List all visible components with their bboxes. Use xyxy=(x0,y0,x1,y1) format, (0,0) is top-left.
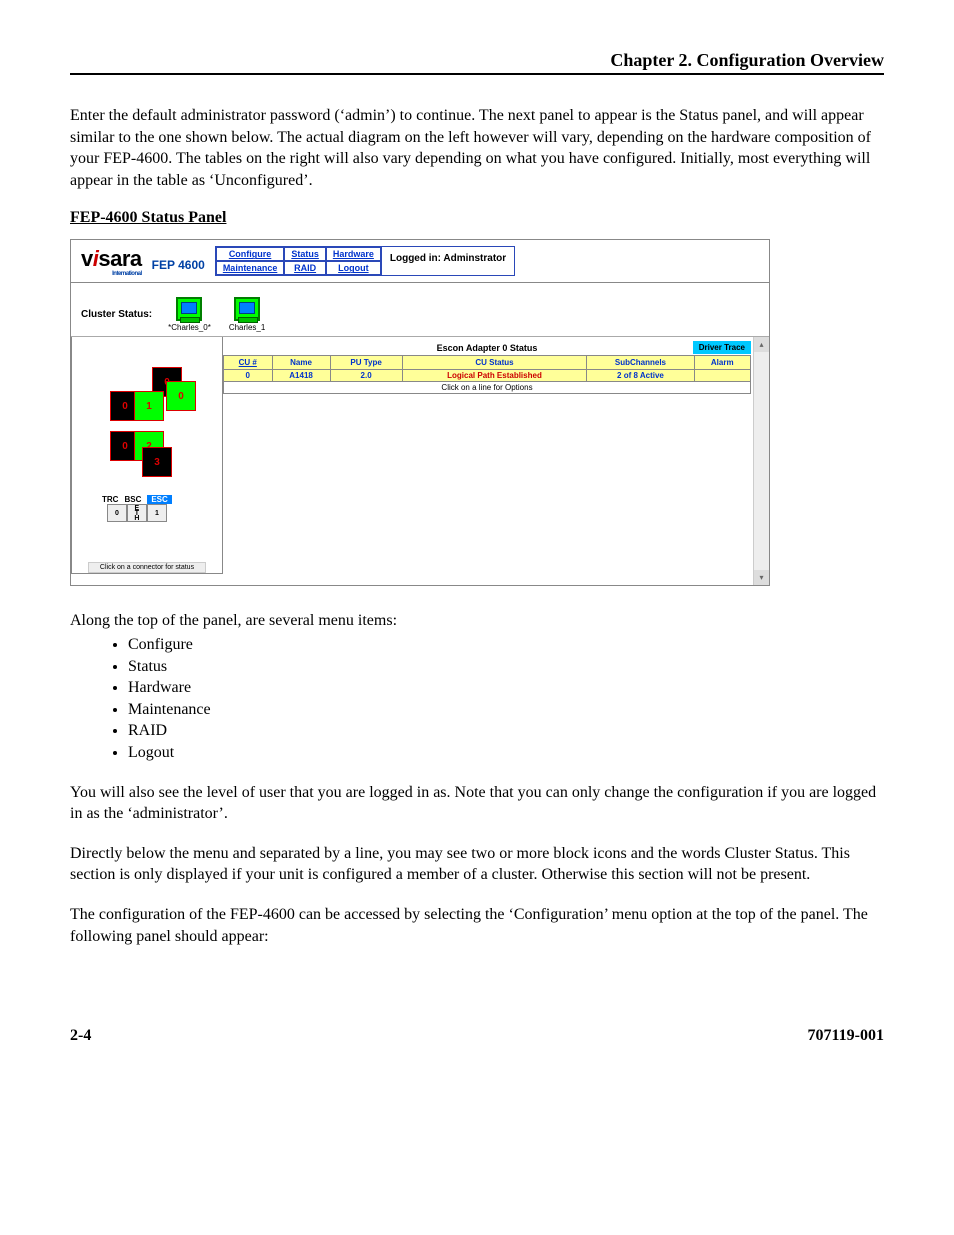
eth-port-0[interactable]: 0 xyxy=(107,504,127,522)
th-name: Name xyxy=(272,356,330,370)
divider xyxy=(71,282,769,283)
list-item: Status xyxy=(128,656,884,678)
row-hint: Click on a line for Options xyxy=(224,382,751,394)
after-screenshot-text-3: Directly below the menu and separated by… xyxy=(70,843,884,886)
menu-status[interactable]: Status xyxy=(284,247,326,261)
menu-maintenance[interactable]: Maintenance xyxy=(216,261,285,275)
cell-subchannels: 2 of 8 Active xyxy=(587,370,694,382)
eth-port-1[interactable]: 1 xyxy=(147,504,167,522)
menu-raid[interactable]: RAID xyxy=(284,261,326,275)
chapter-title: Chapter 2. Configuration Overview xyxy=(70,50,884,75)
eth-label: E T H xyxy=(127,504,147,522)
list-item: Maintenance xyxy=(128,699,884,721)
card-3[interactable]: 3 xyxy=(142,447,172,477)
menu-configure[interactable]: Configure xyxy=(216,247,285,261)
table-caption: Escon Adapter 0 Status xyxy=(223,339,751,355)
th-custatus: CU Status xyxy=(402,356,587,370)
cell-cu: 0 xyxy=(224,370,273,382)
after-screenshot-text-1: Along the top of the panel, are several … xyxy=(70,610,884,632)
th-putype: PU Type xyxy=(330,356,402,370)
menu-item-list: Configure Status Hardware Maintenance RA… xyxy=(110,634,884,764)
connector-hint: Click on a connector for status xyxy=(88,562,206,573)
after-screenshot-text-2: You will also see the level of user that… xyxy=(70,782,884,825)
cell-alarm xyxy=(694,370,750,382)
brand-logo: visara International xyxy=(81,246,142,272)
footer-page-number: 2-4 xyxy=(70,1027,91,1045)
page-footer: 2-4 707119-001 xyxy=(70,1027,884,1045)
scroll-up-icon[interactable]: ▴ xyxy=(754,337,769,352)
menu-grid: Configure Status Hardware Maintenance RA… xyxy=(215,246,382,276)
status-table-panel: Driver Trace Escon Adapter 0 Status CU #… xyxy=(223,337,769,394)
port-esc: ESC xyxy=(147,495,171,504)
cluster-name-0: *Charles_0* xyxy=(168,323,211,332)
table-row[interactable]: 0 A1418 2.0 Logical Path Established 2 o… xyxy=(224,370,751,382)
top-bar: visara International FEP 4600 Configure … xyxy=(71,240,769,276)
brand-rest: sara xyxy=(98,246,141,271)
intro-paragraph: Enter the default administrator password… xyxy=(70,105,884,191)
computer-icon xyxy=(176,297,202,321)
cluster-icons: *Charles_0* Charles_1 xyxy=(168,297,265,332)
main-area: 0 0 0 1 0 2 3 TRC BSC ESC 0 xyxy=(71,336,769,585)
brand-block: visara International FEP 4600 xyxy=(81,246,205,276)
brand-v: v xyxy=(81,246,93,271)
cluster-status-label: Cluster Status: xyxy=(81,297,152,320)
list-item: RAID xyxy=(128,720,884,742)
cluster-name-1: Charles_1 xyxy=(229,323,265,332)
cell-putype: 2.0 xyxy=(330,370,402,382)
port-bsc: BSC xyxy=(124,495,141,504)
cluster-row: Cluster Status: *Charles_0* Charles_1 xyxy=(71,289,769,336)
cluster-unit-0[interactable]: *Charles_0* xyxy=(168,297,211,332)
menu-logout[interactable]: Logout xyxy=(326,261,381,275)
list-item: Configure xyxy=(128,634,884,656)
scrollbar[interactable]: ▴ ▾ xyxy=(753,337,769,585)
status-panel-heading: FEP-4600 Status Panel xyxy=(70,209,884,227)
cluster-unit-1[interactable]: Charles_1 xyxy=(229,297,265,332)
th-cu[interactable]: CU # xyxy=(224,356,273,370)
scroll-down-icon[interactable]: ▾ xyxy=(754,570,769,585)
list-item: Logout xyxy=(128,742,884,764)
th-subchannels: SubChannels xyxy=(587,356,694,370)
list-item: Hardware xyxy=(128,677,884,699)
brand-sub: International xyxy=(112,271,142,277)
th-alarm: Alarm xyxy=(694,356,750,370)
computer-icon xyxy=(234,297,260,321)
menu-hardware[interactable]: Hardware xyxy=(326,247,381,261)
after-screenshot-text-4: The configuration of the FEP-4600 can be… xyxy=(70,904,884,947)
card-0b[interactable]: 0 xyxy=(166,381,196,411)
cell-custatus: Logical Path Established xyxy=(402,370,587,382)
hardware-diagram: 0 0 0 1 0 2 3 TRC BSC ESC 0 xyxy=(71,337,223,574)
footer-doc-number: 707119-001 xyxy=(808,1027,884,1045)
cell-name: A1418 xyxy=(272,370,330,382)
port-labels: TRC BSC ESC xyxy=(102,495,172,504)
card-1[interactable]: 1 xyxy=(134,391,164,421)
logged-in-label: Logged in: Adminstrator xyxy=(382,246,515,276)
escon-status-table: Escon Adapter 0 Status CU # Name PU Type… xyxy=(223,339,751,394)
brand-product: FEP 4600 xyxy=(152,258,205,272)
driver-trace-button[interactable]: Driver Trace xyxy=(693,341,751,354)
port-trc: TRC xyxy=(102,495,118,504)
status-panel-screenshot: visara International FEP 4600 Configure … xyxy=(70,239,770,586)
